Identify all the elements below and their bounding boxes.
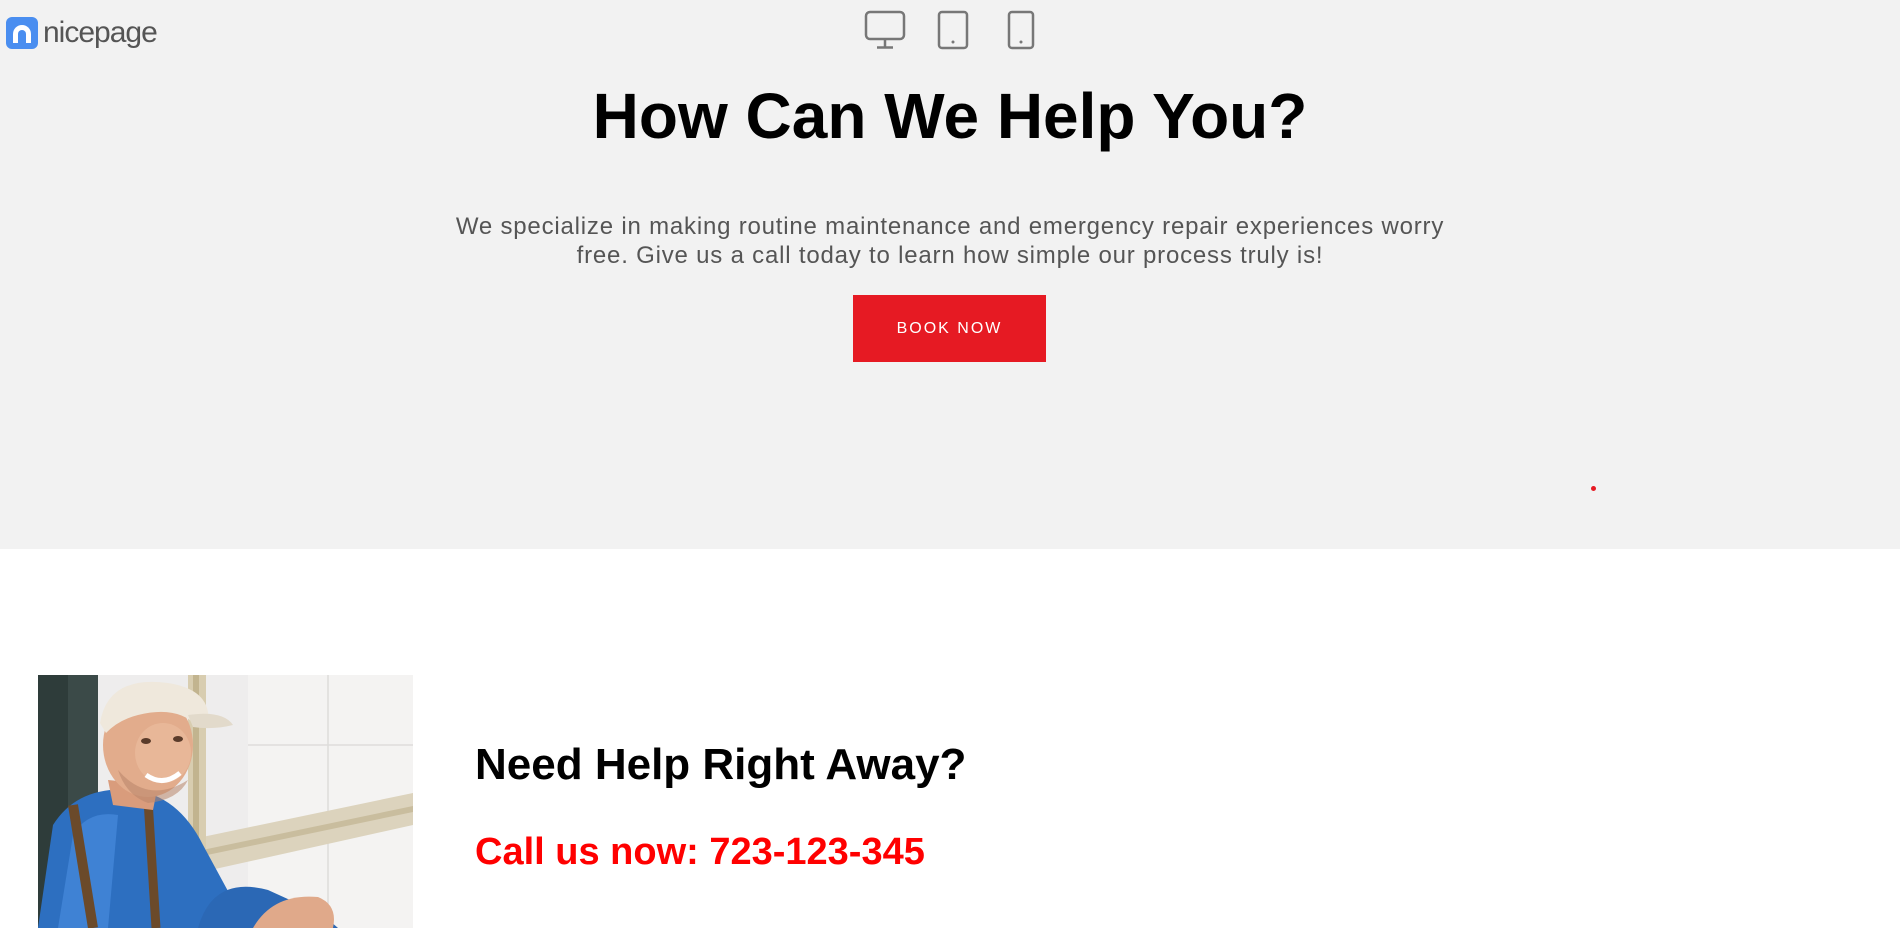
book-now-button[interactable]: BOOK NOW [853,295,1046,362]
decorative-dot [1591,486,1596,491]
brand-name: nicepage [43,16,158,49]
smiling-repair-worker-photo [38,675,413,928]
call-us-phone[interactable]: Call us now: 723-123-345 [475,826,925,878]
hero-section: nicepage How Can We Help You? We special… [0,0,1900,549]
help-title: Need Help Right Away? [475,740,967,789]
brand-logo[interactable]: nicepage [6,16,158,49]
phone-icon[interactable] [1007,10,1035,50]
hero-title: How Can We Help You? [592,80,1308,152]
tablet-icon[interactable] [937,10,969,50]
desktop-icon[interactable] [864,10,906,50]
nicepage-logo-icon [6,16,38,49]
hero-description: We specialize in making routine maintena… [455,213,1445,269]
